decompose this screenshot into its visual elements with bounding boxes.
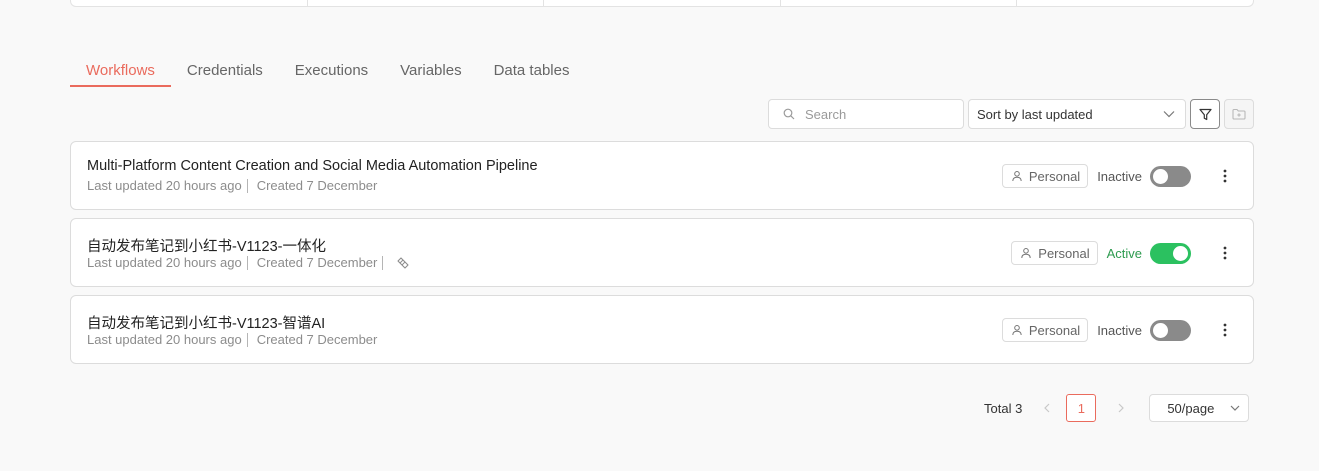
more-options-button[interactable]	[1217, 320, 1233, 340]
owner-label: Personal	[1028, 322, 1081, 338]
stats-cell	[308, 0, 545, 6]
chevron-left-icon	[1044, 403, 1050, 413]
workflow-title[interactable]: 自动发布笔记到小红书-V1123-一体化	[87, 235, 326, 256]
last-updated-text: Last updated 20 hours ago	[87, 255, 242, 270]
meta-divider	[246, 332, 248, 347]
tag-icon	[397, 256, 409, 269]
pagination: Total 3 1 50/page	[984, 394, 1250, 422]
created-text: Created 7 December	[256, 178, 378, 193]
workflow-meta: Last updated 20 hours ago Created 7 Dece…	[87, 332, 377, 347]
created-text: Created 7 December	[256, 332, 378, 347]
status-label: Inactive	[1097, 168, 1142, 184]
filter-icon	[1198, 108, 1212, 120]
meta-divider	[382, 255, 384, 270]
more-options-button[interactable]	[1217, 243, 1233, 263]
more-vertical-icon	[1223, 246, 1227, 260]
workflow-actions: Personal Inactive	[1001, 318, 1233, 342]
workflow-meta: Last updated 20 hours ago Created 7 Dece…	[87, 255, 410, 270]
more-vertical-icon	[1223, 169, 1227, 183]
more-options-button[interactable]	[1217, 166, 1233, 186]
workflow-card[interactable]: Multi-Platform Content Creation and Soci…	[70, 141, 1254, 210]
tab-data-tables[interactable]: Data tables	[478, 56, 586, 87]
toggle-knob	[1173, 245, 1188, 261]
page-size-value: 50/page	[1167, 400, 1215, 416]
tab-variables[interactable]: Variables	[384, 56, 477, 87]
page-size-select[interactable]: 50/page	[1149, 394, 1250, 422]
active-toggle[interactable]	[1150, 319, 1191, 341]
search-icon	[783, 108, 795, 120]
stats-cell	[544, 0, 781, 6]
toolbar: Sort by last updated	[768, 99, 1254, 129]
owner-label: Personal	[1028, 168, 1081, 184]
stats-cell	[781, 0, 1018, 6]
sort-select[interactable]: Sort by last updated	[968, 99, 1186, 129]
stats-strip	[70, 0, 1254, 7]
last-updated-text: Last updated 20 hours ago	[87, 178, 242, 193]
last-updated-text: Last updated 20 hours ago	[87, 332, 242, 347]
meta-divider	[246, 178, 248, 193]
status-label: Active	[1106, 245, 1142, 261]
total-count: Total 3	[984, 400, 1023, 416]
user-icon	[1012, 171, 1022, 182]
toggle-knob	[1153, 168, 1168, 184]
meta-divider	[246, 255, 248, 270]
user-icon	[1012, 325, 1022, 336]
owner-badge[interactable]: Personal	[1001, 318, 1089, 342]
search-box[interactable]	[768, 99, 964, 129]
next-page-button[interactable]	[1114, 403, 1128, 413]
chevron-down-icon	[1230, 405, 1240, 411]
workflow-actions: Personal Inactive	[1001, 164, 1233, 188]
user-icon	[1021, 248, 1031, 259]
prev-page-button[interactable]	[1040, 403, 1054, 413]
folder-icon	[1232, 108, 1246, 120]
workflow-title[interactable]: 自动发布笔记到小红书-V1123-智谱AI	[87, 312, 325, 333]
new-folder-button[interactable]	[1224, 99, 1254, 129]
owner-badge[interactable]: Personal	[1001, 164, 1089, 188]
workflow-card[interactable]: 自动发布笔记到小红书-V1123-智谱AI Last updated 20 ho…	[70, 295, 1254, 364]
created-text: Created 7 December	[256, 255, 378, 270]
search-input[interactable]	[805, 106, 955, 122]
workflow-actions: Personal Active	[1011, 241, 1233, 265]
workflow-meta: Last updated 20 hours ago Created 7 Dece…	[87, 178, 377, 193]
stats-cell	[1017, 0, 1253, 6]
tab-workflows[interactable]: Workflows	[70, 56, 171, 87]
filter-button[interactable]	[1190, 99, 1220, 129]
status-label: Inactive	[1097, 322, 1142, 338]
tab-bar: Workflows Credentials Executions Variabl…	[70, 56, 585, 88]
stats-cell	[71, 0, 308, 6]
active-toggle[interactable]	[1150, 165, 1191, 187]
workflow-title[interactable]: Multi-Platform Content Creation and Soci…	[87, 158, 538, 174]
more-vertical-icon	[1223, 323, 1227, 337]
tab-credentials[interactable]: Credentials	[171, 56, 279, 87]
active-toggle[interactable]	[1150, 242, 1191, 264]
owner-badge[interactable]: Personal	[1011, 241, 1098, 265]
owner-label: Personal	[1038, 245, 1090, 261]
sort-select-value: Sort by last updated	[977, 106, 1093, 122]
workflow-card[interactable]: 自动发布笔记到小红书-V1123-一体化 Last updated 20 hou…	[70, 218, 1254, 287]
chevron-down-icon	[1163, 111, 1175, 118]
tab-executions[interactable]: Executions	[279, 56, 384, 87]
chevron-right-icon	[1118, 403, 1125, 413]
toggle-knob	[1153, 322, 1168, 338]
page-number-button[interactable]: 1	[1066, 394, 1097, 422]
